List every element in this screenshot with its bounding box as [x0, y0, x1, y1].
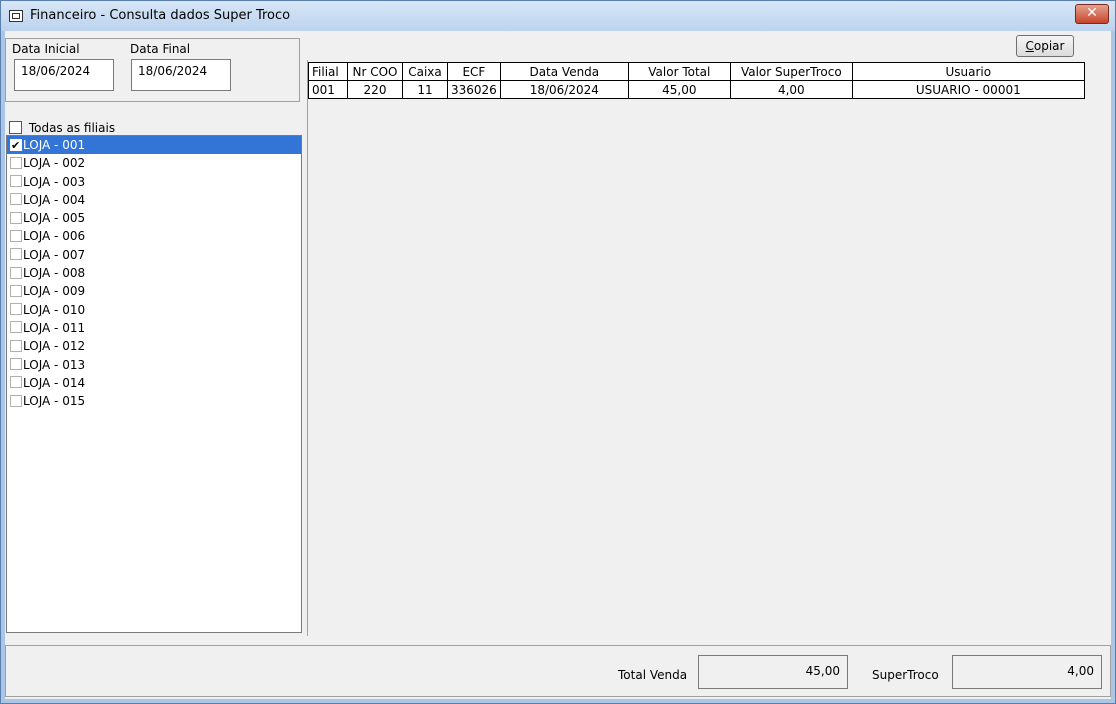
date-initial-label: Data Inicial [12, 42, 80, 56]
grid-column-header[interactable]: ECF [447, 62, 501, 81]
app-window: Financeiro - Consulta dados Super Troco … [0, 0, 1116, 704]
filial-item-label: LOJA - 013 [23, 357, 86, 372]
filial-list-item[interactable]: LOJA - 002 [7, 154, 301, 172]
grid-column-header[interactable]: Valor Total [627, 62, 731, 81]
filial-item-label: LOJA - 014 [23, 375, 86, 390]
filial-checkbox[interactable] [10, 321, 22, 334]
all-filiais-checkbox[interactable] [9, 121, 22, 134]
close-button[interactable]: ✕ [1075, 4, 1109, 24]
window-title: Financeiro - Consulta dados Super Troco [30, 8, 291, 23]
filial-item-label: LOJA - 006 [23, 229, 86, 244]
filial-list-item[interactable]: LOJA - 011 [7, 319, 301, 337]
grid-column-header[interactable]: Nr COO [347, 62, 403, 81]
grid-column-header[interactable]: Data Venda [499, 62, 629, 81]
copy-button[interactable]: Copiar [1016, 35, 1074, 57]
filial-list-item[interactable]: LOJA - 015 [7, 392, 301, 410]
filial-item-label: LOJA - 010 [23, 302, 86, 317]
app-icon [9, 10, 23, 22]
grid-cell[interactable]: 18/06/2024 [499, 80, 629, 99]
client-area: Data Inicial 18/06/2024 Data Final 18/06… [5, 31, 1111, 699]
filial-checkbox[interactable] [10, 266, 22, 279]
filial-checkbox[interactable] [10, 137, 22, 155]
grid-cell[interactable]: 45,00 [627, 80, 731, 99]
results-grid[interactable]: Filial Nr COO Caixa ECF Data Venda Valor Tota… [308, 62, 1085, 99]
filial-checkbox[interactable] [10, 211, 22, 224]
date-final-label: Data Final [130, 42, 191, 56]
filial-list-item[interactable]: LOJA - 010 [7, 301, 301, 319]
filial-item-label: LOJA - 008 [23, 266, 86, 281]
filial-item-label: LOJA - 001 [23, 138, 86, 152]
filial-checkbox[interactable] [10, 248, 22, 261]
grid-cell[interactable]: USUARIO - 00001 [851, 80, 1085, 99]
filial-item-label: LOJA - 015 [23, 394, 86, 409]
total-venda-value: 45,00 [698, 655, 848, 689]
filial-list-item[interactable]: LOJA - 012 [7, 337, 301, 355]
grid-cell[interactable]: 001 [308, 80, 348, 99]
filial-list-item[interactable]: LOJA - 009 [7, 282, 301, 300]
filial-item-label: LOJA - 007 [23, 247, 86, 262]
date-filter-group: Data Inicial 18/06/2024 Data Final 18/06… [5, 38, 300, 102]
filial-checkbox[interactable] [10, 229, 22, 242]
all-filiais-row[interactable]: Todas as filiais [9, 120, 115, 136]
supertroco-label: SuperTroco [872, 668, 939, 682]
table-row[interactable]: 001 220 11 336026 18/06/2024 45,00 4,00 USUARIO… [308, 80, 1085, 99]
filial-list-item[interactable]: LOJA - 007 [7, 246, 301, 264]
filial-checkbox[interactable] [10, 376, 22, 389]
grid-cell[interactable]: 4,00 [729, 80, 853, 99]
copy-rest: opiar [1033, 39, 1065, 53]
filial-checkbox[interactable] [10, 339, 22, 352]
grid-column-header[interactable]: Filial [308, 62, 348, 81]
filial-list-item[interactable]: LOJA - 006 [7, 227, 301, 245]
all-filiais-label: Todas as filiais [28, 120, 116, 135]
filial-checkbox[interactable] [10, 284, 22, 297]
filial-list-item[interactable]: LOJA - 001 [7, 136, 301, 155]
filial-item-label: LOJA - 002 [23, 156, 86, 171]
filial-item-label: LOJA - 009 [23, 284, 86, 299]
filial-item-label: LOJA - 012 [23, 339, 86, 354]
grid-column-header[interactable]: Usuario [851, 62, 1085, 81]
filial-list-item[interactable]: LOJA - 003 [7, 173, 301, 191]
filial-checkbox[interactable] [10, 358, 22, 371]
filial-checkbox[interactable] [10, 193, 22, 206]
grid-column-header[interactable]: Valor SuperTroco [729, 62, 853, 81]
filial-item-label: LOJA - 003 [23, 174, 86, 189]
filial-item-label: LOJA - 005 [23, 211, 86, 226]
copy-accel: C [1025, 39, 1034, 53]
filial-checkbox[interactable] [10, 156, 22, 169]
filial-list-item[interactable]: LOJA - 004 [7, 191, 301, 209]
date-final-input[interactable]: 18/06/2024 [131, 59, 231, 91]
grid-cell[interactable]: 220 [347, 80, 403, 99]
totals-footer: Total Venda 45,00 SuperTroco 4,00 [5, 645, 1111, 697]
supertroco-value: 4,00 [952, 655, 1102, 689]
filial-list-item[interactable]: LOJA - 014 [7, 374, 301, 392]
grid-cell[interactable]: 336026 [447, 80, 501, 99]
filial-list-item[interactable]: LOJA - 013 [7, 356, 301, 374]
filial-item-label: LOJA - 011 [23, 320, 86, 335]
filial-checklist[interactable]: LOJA - 001 LOJA - 002 LOJA - 003 LOJA - 004… [6, 135, 302, 633]
grid-cell[interactable]: 11 [402, 80, 448, 99]
grid-column-header[interactable]: Caixa [402, 62, 448, 81]
filial-list-item[interactable]: LOJA - 005 [7, 209, 301, 227]
filial-checkbox[interactable] [10, 303, 22, 316]
filial-list-item[interactable]: LOJA - 008 [7, 264, 301, 282]
total-venda-label: Total Venda [618, 668, 688, 682]
date-initial-input[interactable]: 18/06/2024 [14, 59, 114, 91]
filial-checkbox[interactable] [10, 175, 22, 188]
title-bar[interactable]: Financeiro - Consulta dados Super Troco … [1, 1, 1115, 31]
filial-item-label: LOJA - 004 [23, 192, 86, 207]
filial-checkbox[interactable] [10, 394, 22, 407]
results-grid-area[interactable]: Filial Nr COO Caixa ECF Data Venda Valor Tota… [307, 60, 1111, 636]
